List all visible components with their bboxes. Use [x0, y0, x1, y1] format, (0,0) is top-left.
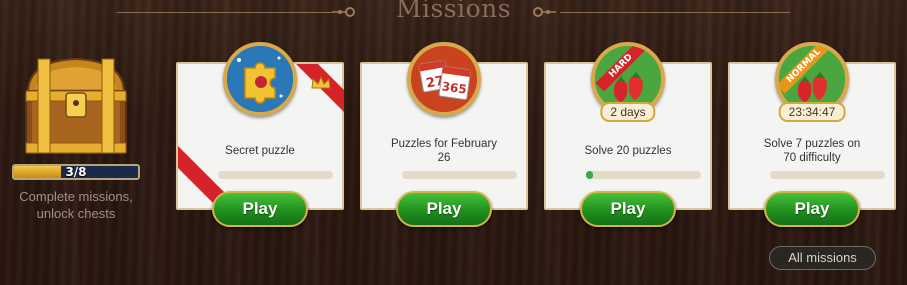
- mission-label-line1: Secret puzzle: [225, 145, 295, 157]
- mission-label-line1: Solve 20 puzzles: [584, 145, 672, 157]
- all-missions-button[interactable]: All missions: [769, 246, 876, 270]
- play-button[interactable]: Play: [580, 191, 676, 227]
- mission-label-line1: Solve 7 puzzles on: [763, 138, 861, 150]
- mission-progress-bar: [218, 171, 333, 179]
- missions-header: Missions: [0, 0, 907, 28]
- mission-card-normal: NORMAL 23:34:47 Solve 7 puzzles on 70 di…: [728, 42, 896, 227]
- time-remaining-tag: 23:34:47: [778, 102, 846, 122]
- mission-label-line2: 70 difficulty: [783, 152, 841, 164]
- mission-label: Solve 20 puzzles: [554, 144, 702, 158]
- mission-label: Secret puzzle: [186, 144, 334, 158]
- puzzle-piece-icon: [227, 46, 293, 112]
- mission-card-secret-puzzle: Secret puzzle Play: [176, 42, 344, 227]
- mission-progress-bar: [770, 171, 885, 179]
- secret-puzzle-badge: [223, 42, 297, 116]
- play-button[interactable]: Play: [764, 191, 860, 227]
- mission-card-february: 27 365 Puzzles for February 26 Play: [360, 42, 528, 227]
- time-remaining-tag: 2 days: [600, 102, 656, 122]
- ornament-right-icon: [533, 7, 556, 17]
- mission-label: Puzzles for February 26: [370, 137, 518, 165]
- chest-progress-bar: 3/8: [12, 164, 140, 180]
- play-button[interactable]: Play: [212, 191, 308, 227]
- crown-icon: [311, 76, 331, 89]
- chest-caption-line1: Complete missions,: [19, 189, 133, 204]
- chest-caption: Complete missions, unlock chests: [0, 188, 152, 222]
- play-button[interactable]: Play: [396, 191, 492, 227]
- calendar-icon: 27 365: [411, 46, 477, 112]
- mission-progress-bar: [402, 171, 517, 179]
- mission-label-line2: 26: [437, 152, 451, 164]
- mission-label: Solve 7 puzzles on 70 difficulty: [738, 137, 886, 165]
- treasure-chest-icon[interactable]: [16, 55, 136, 160]
- calendar-badge: 27 365: [407, 42, 481, 116]
- mission-card-hard: HARD 2 days Solve 20 puzzles Play: [544, 42, 712, 227]
- chest-progress-label: 3/8: [65, 165, 87, 179]
- mission-progress-bar: [586, 171, 701, 179]
- mission-progress-fill: [586, 171, 593, 179]
- header-divider-right: [560, 12, 790, 13]
- chest-caption-line2: unlock chests: [36, 206, 116, 221]
- mission-label-line1: Puzzles for February: [390, 138, 498, 150]
